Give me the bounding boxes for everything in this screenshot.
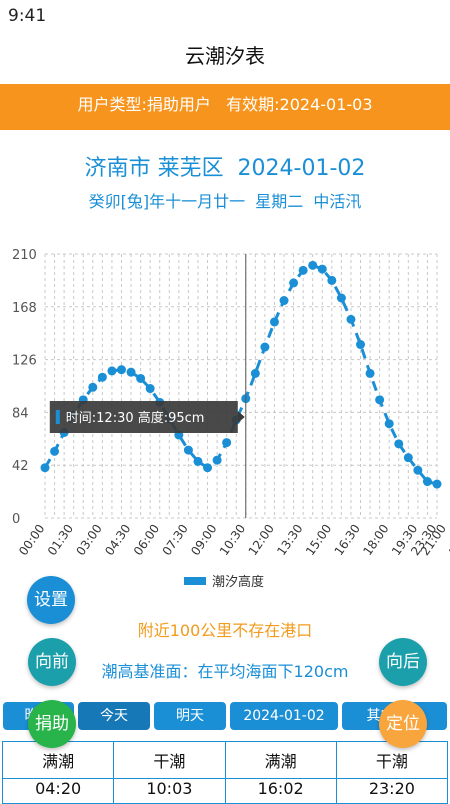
status-time: 9:41: [8, 6, 47, 26]
tide-point: [136, 373, 146, 383]
tide-point: [327, 275, 337, 285]
x-tick-label: 04:30: [102, 522, 133, 558]
x-tick-label: 01:30: [45, 522, 76, 558]
tide-point: [97, 372, 107, 382]
tide-point: [183, 445, 193, 455]
tide-point: [203, 463, 213, 473]
tide-point: [260, 342, 270, 352]
tide-table: 满潮 干潮 满潮 干潮 04:20 10:03 16:02 23:20: [1, 741, 449, 804]
x-tick-label: 13:30: [274, 522, 305, 558]
tide-type-row: 满潮 干潮 满潮 干潮: [1, 741, 449, 779]
app-title: 云潮汐表: [185, 44, 265, 68]
tooltip-swatch: [55, 410, 60, 424]
tooltip-text: 时间:12:30 高度:95cm: [66, 410, 205, 426]
x-tick-label: 18:00: [360, 522, 391, 558]
legend-label: 潮汐高度: [212, 574, 264, 588]
chart-legend: 潮汐高度: [184, 574, 264, 588]
donate-button[interactable]: 捐助: [28, 700, 76, 748]
tide-type-cell: 干潮: [335, 741, 449, 779]
y-tick-label: 0: [12, 512, 20, 527]
tide-point: [317, 264, 327, 274]
x-tick-label: 12:00: [246, 522, 277, 558]
lunar-date: 癸卯[兔]年十一月廿一 星期二 中活汛: [88, 192, 362, 211]
x-tick-label: 00:00: [16, 522, 47, 558]
tide-point: [289, 278, 299, 288]
title-bar: 云潮汐表: [0, 34, 450, 84]
tide-point: [212, 455, 222, 465]
chart-grid: [44, 253, 438, 519]
tide-point: [403, 453, 413, 463]
port-notice: 附近100公里不存在港口: [137, 621, 313, 640]
tide-point: [365, 368, 375, 378]
day-button-today[interactable]: 今天: [78, 702, 150, 730]
tide-point: [432, 479, 442, 489]
y-tick-label: 84: [12, 406, 29, 421]
chart-tooltip: 时间:12:30 高度:95cm: [49, 401, 245, 433]
status-bar: 9:41: [0, 0, 450, 34]
tide-point: [308, 260, 318, 270]
tide-point: [394, 439, 404, 449]
x-tick-label: 15:00: [303, 522, 334, 558]
user-type-banner: 用户类型:捐助用户 有效期:2024-01-03: [0, 84, 450, 130]
tide-point: [50, 446, 60, 456]
location-date: 济南市 莱芜区 2024-01-02: [84, 156, 366, 181]
tide-point: [250, 368, 260, 378]
tide-point: [298, 265, 308, 275]
tide-point: [145, 384, 155, 394]
tide-point: [40, 463, 50, 473]
tide-point: [222, 438, 232, 448]
tide-type-cell: 干潮: [113, 741, 226, 779]
x-tick-label: 09:00: [188, 522, 219, 558]
tide-point: [384, 419, 394, 429]
x-tick-label: 07:30: [160, 522, 191, 558]
tide-point: [88, 382, 98, 392]
day-button-tomorrow[interactable]: 明天: [154, 702, 226, 730]
x-tick-label: 10:30: [217, 522, 248, 558]
tide-point: [126, 367, 136, 377]
tide-point: [413, 465, 423, 475]
y-tick-label: 168: [12, 301, 37, 316]
tide-point: [346, 314, 356, 324]
next-day-button[interactable]: 向后: [379, 638, 427, 686]
legend-swatch: [184, 577, 206, 585]
locate-button[interactable]: 定位: [379, 700, 427, 748]
x-tick-label: 16:30: [332, 522, 363, 558]
tide-point: [356, 340, 366, 350]
tide-point: [279, 296, 289, 306]
tide-point: [375, 395, 385, 405]
x-tick-label: 06:00: [131, 522, 162, 558]
y-axis-ticks: 0 42 84 126 168 210: [12, 248, 37, 527]
y-tick-label: 210: [12, 248, 37, 263]
tide-point: [269, 317, 279, 327]
tide-chart[interactable]: 0 42 84 126 168 210 00:0001:3003:0004:3006:00…: [0, 238, 450, 588]
tide-point: [422, 477, 432, 487]
y-tick-label: 126: [12, 354, 37, 369]
x-tick-label: 22:30: [446, 522, 450, 558]
x-axis-ticks: 00:0001:3003:0004:3006:0007:3009:0010:30…: [16, 522, 450, 558]
tide-points: [40, 260, 442, 489]
x-tick-label: 03:00: [74, 522, 105, 558]
tide-point: [107, 366, 117, 376]
y-tick-label: 42: [12, 459, 29, 474]
tide-point: [116, 365, 126, 375]
tide-type-cell: 满潮: [224, 741, 337, 779]
tide-point: [336, 293, 346, 303]
day-button-current-date[interactable]: 2024-01-02: [230, 702, 338, 730]
tide-point: [193, 456, 203, 466]
